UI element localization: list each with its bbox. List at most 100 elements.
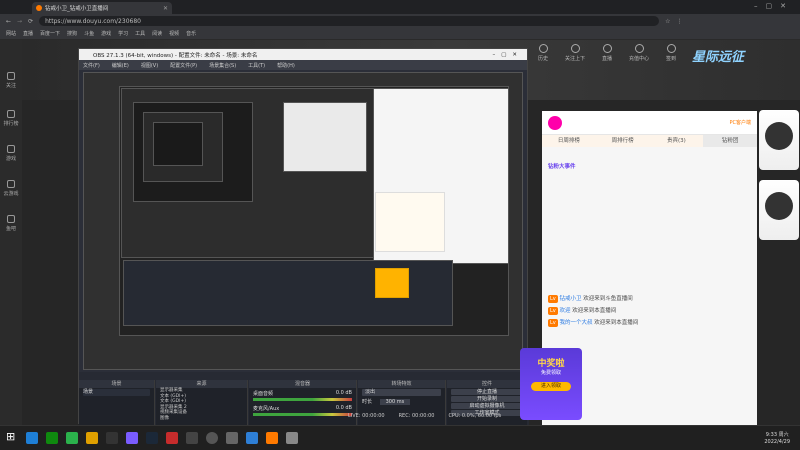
menu-help[interactable]: 帮助(H) bbox=[277, 62, 295, 69]
forward-icon[interactable]: → bbox=[17, 18, 22, 25]
diamond-icon bbox=[634, 44, 644, 53]
menu-icon[interactable]: ⋮ bbox=[676, 18, 682, 25]
bookmark-item[interactable]: 搜狗 bbox=[67, 30, 77, 37]
tab-daily-rank[interactable]: 日周排榜 bbox=[542, 135, 596, 147]
promo-claim-button[interactable]: 进入领取 bbox=[531, 382, 571, 391]
pc-client-badge[interactable]: PC客户端 bbox=[729, 119, 751, 126]
ad-image bbox=[765, 122, 793, 150]
scene-item[interactable]: 场景 bbox=[83, 389, 150, 396]
app-icon[interactable] bbox=[106, 432, 118, 444]
sidebar-item-follow[interactable]: 关注 bbox=[0, 72, 22, 89]
bookmark-item[interactable]: 游戏 bbox=[101, 30, 111, 37]
dock-title: 转场特效 bbox=[358, 380, 445, 388]
anchor-info: PC客户端 bbox=[542, 111, 757, 135]
douyu-icon[interactable] bbox=[266, 432, 278, 444]
star-icon[interactable]: ☆ bbox=[665, 18, 670, 25]
transition-select[interactable]: 淡出 bbox=[362, 389, 441, 396]
window-controls[interactable]: –▢✕ bbox=[492, 52, 527, 58]
sidebar-item-cloud-games[interactable]: 云游戏 bbox=[0, 180, 22, 197]
tab-fan-club[interactable]: 钻粉团 bbox=[703, 135, 757, 147]
bookmark-item[interactable]: 学习 bbox=[118, 30, 128, 37]
menu-view[interactable]: 视图(V) bbox=[141, 62, 158, 69]
gift-icon bbox=[666, 44, 676, 53]
menu-scene-collection[interactable]: 场景集合(S) bbox=[209, 62, 236, 69]
ad-banner[interactable] bbox=[759, 180, 799, 240]
nav-recharge[interactable]: 充值中心 bbox=[628, 44, 650, 62]
transitions-dock: 转场特效 淡出 时长 300 ms bbox=[358, 380, 446, 428]
volume-meter[interactable] bbox=[253, 398, 352, 401]
bookmark-item[interactable]: 直播 bbox=[23, 30, 33, 37]
source-item[interactable]: 图像 bbox=[160, 416, 247, 422]
reload-icon[interactable]: ⟳ bbox=[28, 18, 33, 25]
nav-live[interactable]: 直播 bbox=[596, 44, 618, 62]
sidebar-item-rank[interactable]: 排行榜 bbox=[0, 110, 22, 127]
ad-banner[interactable] bbox=[759, 110, 799, 170]
douyu-favicon-icon bbox=[36, 5, 42, 11]
browser-tabbar: 钻戒小卫_钻戒小卫直播间 ✕ –▢✕ bbox=[0, 0, 800, 14]
start-recording-button[interactable]: 开始录制 bbox=[451, 396, 523, 402]
promo-popup[interactable]: 中奖啦 免费领取 进入领取 bbox=[520, 348, 582, 420]
taskbar: ⊞ 9:33 周六 2022/4/29 bbox=[0, 425, 800, 450]
chat-message: Lv 欢迎 欢迎来到本直播间 bbox=[548, 307, 617, 315]
duration-input[interactable]: 300 ms bbox=[379, 399, 411, 405]
menu-tools[interactable]: 工具(T) bbox=[248, 62, 265, 69]
avatar[interactable] bbox=[548, 115, 562, 130]
side-ads bbox=[759, 110, 800, 250]
browser-tab[interactable]: 钻戒小卫_钻戒小卫直播间 ✕ bbox=[32, 2, 172, 14]
user-badge: Lv bbox=[548, 307, 558, 315]
trophy-icon bbox=[7, 110, 15, 118]
system-clock[interactable]: 9:33 周六 2022/4/29 bbox=[764, 432, 790, 446]
steam-icon[interactable] bbox=[146, 432, 158, 444]
app-icon[interactable] bbox=[186, 432, 198, 444]
wechat-icon[interactable] bbox=[66, 432, 78, 444]
xbox-icon[interactable] bbox=[46, 432, 58, 444]
bookmark-item[interactable]: 视频 bbox=[169, 30, 179, 37]
bookmark-item[interactable]: 网站 bbox=[6, 30, 16, 37]
url-input[interactable]: https://www.douyu.com/230680 bbox=[39, 16, 660, 26]
app-icon[interactable] bbox=[246, 432, 258, 444]
close-icon[interactable]: ✕ bbox=[163, 5, 168, 12]
back-icon[interactable]: ← bbox=[6, 18, 11, 25]
app-icon[interactable] bbox=[226, 432, 238, 444]
stop-streaming-button[interactable]: 停止直播 bbox=[451, 389, 523, 395]
virtual-camera-button[interactable]: 启动虚拟摄像机 bbox=[451, 403, 523, 409]
bookmark-item[interactable]: 阅读 bbox=[152, 30, 162, 37]
clock-icon bbox=[538, 44, 548, 53]
tab-vip[interactable]: 贵宾(3) bbox=[650, 135, 704, 147]
app-icon[interactable] bbox=[286, 432, 298, 444]
rec-time: REC: 00:00:00 bbox=[398, 413, 435, 419]
nav-history[interactable]: 历史 bbox=[532, 44, 554, 62]
dock-title: 来源 bbox=[156, 380, 247, 388]
bookmark-item[interactable]: 音乐 bbox=[186, 30, 196, 37]
menu-edit[interactable]: 编辑(E) bbox=[112, 62, 129, 69]
sidebar-item-fishbar[interactable]: 鱼吧 bbox=[0, 215, 22, 232]
dock-title: 场景 bbox=[79, 380, 154, 388]
scenes-dock: 场景 场景 bbox=[79, 380, 155, 428]
cpu-fps: CPU: 0.0%, 60.00 fps bbox=[448, 413, 502, 419]
obs-preview[interactable] bbox=[83, 72, 523, 370]
obs-icon[interactable] bbox=[206, 432, 218, 444]
menu-profile[interactable]: 配置文件(P) bbox=[170, 62, 197, 69]
heart-icon bbox=[7, 72, 15, 80]
app-icon[interactable] bbox=[126, 432, 138, 444]
edge-icon[interactable] bbox=[26, 432, 38, 444]
obs-menubar: 文件(F) 编辑(E) 视图(V) 配置文件(P) 场景集合(S) 工具(T) … bbox=[79, 60, 527, 70]
nav-follow[interactable]: 关注上下 bbox=[564, 44, 586, 62]
app-icon[interactable] bbox=[86, 432, 98, 444]
tab-weekly-rank[interactable]: 周排行榜 bbox=[596, 135, 650, 147]
window-controls[interactable]: –▢✕ bbox=[754, 2, 794, 10]
dock-title: 控件 bbox=[447, 380, 527, 388]
volume-meter[interactable] bbox=[253, 413, 352, 416]
sidebar-item-games[interactable]: 游戏 bbox=[0, 145, 22, 162]
douyu-left-sidebar: 关注 排行榜 游戏 云游戏 鱼吧 bbox=[0, 40, 22, 425]
announce-row: 钻粉大事件 bbox=[542, 161, 757, 173]
bookmark-item[interactable]: 工具 bbox=[135, 30, 145, 37]
fish-icon bbox=[7, 215, 15, 223]
app-icon[interactable] bbox=[166, 432, 178, 444]
windows-start-icon[interactable]: ⊞ bbox=[6, 430, 18, 443]
brand-banner: 星际远征 bbox=[692, 50, 745, 65]
nav-signin[interactable]: 签到 bbox=[660, 44, 682, 62]
bookmark-item[interactable]: 百度一下 bbox=[40, 30, 60, 37]
menu-file[interactable]: 文件(F) bbox=[83, 62, 100, 69]
bookmark-item[interactable]: 斗鱼 bbox=[84, 30, 94, 37]
